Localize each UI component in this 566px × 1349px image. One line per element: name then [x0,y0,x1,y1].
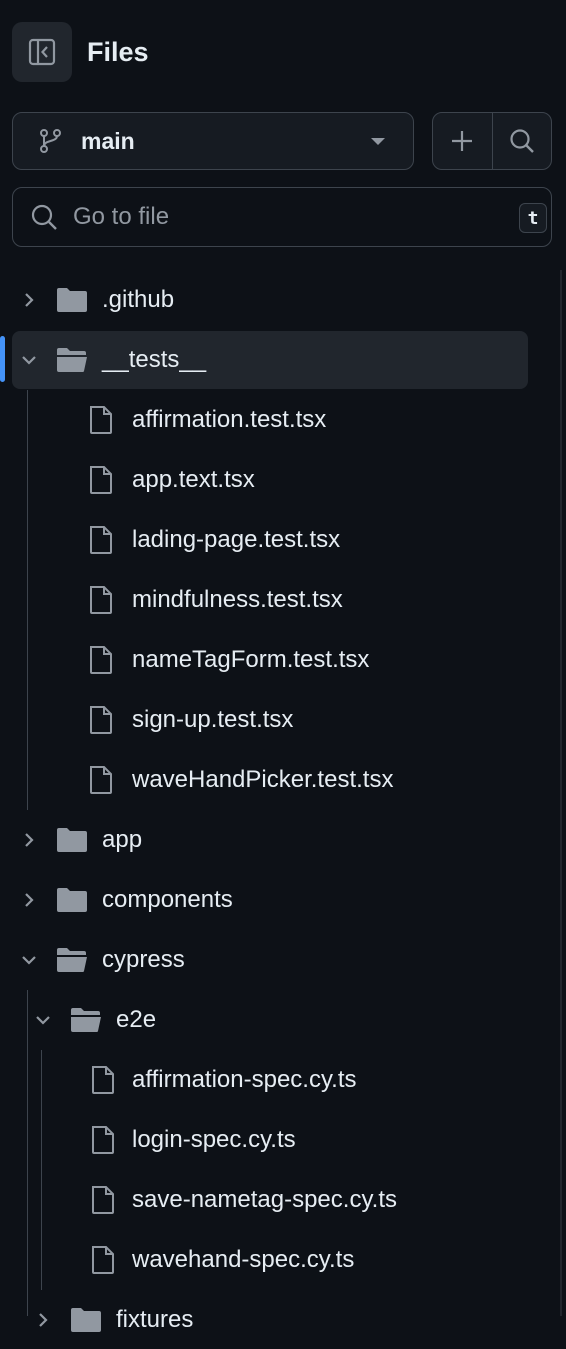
tree-folder-item[interactable]: fixtures [12,1291,528,1349]
tree-item-label: app.text.tsx [132,466,255,493]
tree-file-item[interactable]: save-nametag-spec.cy.ts [12,1171,528,1229]
plus-icon [452,131,473,151]
file-icon [90,466,112,494]
chevron-down-icon[interactable] [34,1011,52,1029]
file-icon [92,1126,114,1154]
tree-item-label: __tests__ [102,346,207,373]
tree-file-item[interactable]: sign-up.test.tsx [12,691,528,749]
page-title: Files [87,36,149,67]
tree-file-item[interactable]: app.text.tsx [12,451,528,509]
tree-file-item[interactable]: waveHandPicker.test.tsx [12,751,528,809]
file-tree: .github __tests__ affirmation.test.tsx app.… [0,270,566,1333]
chevron-right-icon[interactable] [20,891,38,909]
folder-icon [57,828,87,852]
tree-item-label: components [102,886,233,913]
file-icon [90,586,112,614]
tree-item-label: login-spec.cy.ts [132,1126,296,1153]
collapse-panel-button[interactable] [12,22,72,82]
tree-folder-item[interactable]: app [12,811,528,869]
file-icon [90,706,112,734]
indent-guide [41,1050,42,1290]
indent-guide [27,990,28,1316]
go-to-file-input[interactable]: Go to file t [12,187,552,247]
tree-item-label: affirmation.test.tsx [132,406,327,433]
tree-file-item[interactable]: affirmation.test.tsx [12,391,528,449]
tree-file-item[interactable]: mindfulness.test.tsx [12,571,528,629]
file-icon [90,646,112,674]
tree-item-label: app [102,826,143,853]
file-icon [92,1186,114,1214]
folder-icon [57,288,87,312]
tree-folder-item[interactable]: __tests__ [12,331,528,389]
file-icon [92,1246,114,1274]
folder-open-icon [57,348,87,372]
tree-folder-item[interactable]: e2e [12,991,528,1049]
file-icon [92,1066,114,1094]
tree-file-item[interactable]: affirmation-spec.cy.ts [12,1051,528,1109]
file-icon [90,526,112,554]
tree-item-label: cypress [102,946,185,973]
file-icon [90,766,112,794]
chevron-right-icon[interactable] [20,291,38,309]
tree-file-item[interactable]: lading-page.test.tsx [12,511,528,569]
tree-file-item[interactable]: nameTagForm.test.tsx [12,631,528,689]
search-placeholder: Go to file [73,203,170,230]
file-actions [432,112,552,170]
tree-item-label: wavehand-spec.cy.ts [132,1246,355,1273]
tree-folder-item[interactable]: .github [12,271,528,329]
files-header: Files [12,22,149,82]
tree-file-item[interactable]: login-spec.cy.ts [12,1111,528,1169]
chevron-down-icon [371,138,385,145]
add-file-button[interactable] [433,113,492,169]
sidebar-collapse-icon [28,38,56,66]
tree-item-label: nameTagForm.test.tsx [132,646,370,673]
git-branch-icon [40,129,61,153]
folder-open-icon [71,1008,101,1032]
search-code-button[interactable] [491,113,552,169]
branch-selector[interactable]: main [12,112,414,170]
search-icon [510,129,534,153]
folder-icon [71,1308,101,1332]
tree-item-label: lading-page.test.tsx [132,526,341,553]
chevron-right-icon[interactable] [34,1311,52,1329]
folder-icon [57,888,87,912]
tree-item-label: mindfulness.test.tsx [132,586,343,613]
tree-item-label: affirmation-spec.cy.ts [132,1066,357,1093]
tree-item-label: save-nametag-spec.cy.ts [132,1186,397,1213]
chevron-down-icon[interactable] [20,951,38,969]
tree-item-label: .github [102,286,175,313]
tree-item-label: waveHandPicker.test.tsx [132,766,394,793]
indent-guide [27,390,28,810]
tree-folder-item[interactable]: cypress [12,931,528,989]
search-icon [31,204,57,230]
chevron-down-icon[interactable] [20,351,38,369]
tree-folder-item[interactable]: components [12,871,528,929]
chevron-right-icon[interactable] [20,831,38,849]
tree-file-item[interactable]: wavehand-spec.cy.ts [12,1231,528,1289]
file-icon [90,406,112,434]
keyboard-shortcut-badge: t [519,203,547,233]
tree-item-label: sign-up.test.tsx [132,706,294,733]
tree-item-label: fixtures [116,1306,194,1333]
branch-name: main [81,127,135,154]
tree-item-label: e2e [116,1006,157,1033]
folder-open-icon [57,948,87,972]
